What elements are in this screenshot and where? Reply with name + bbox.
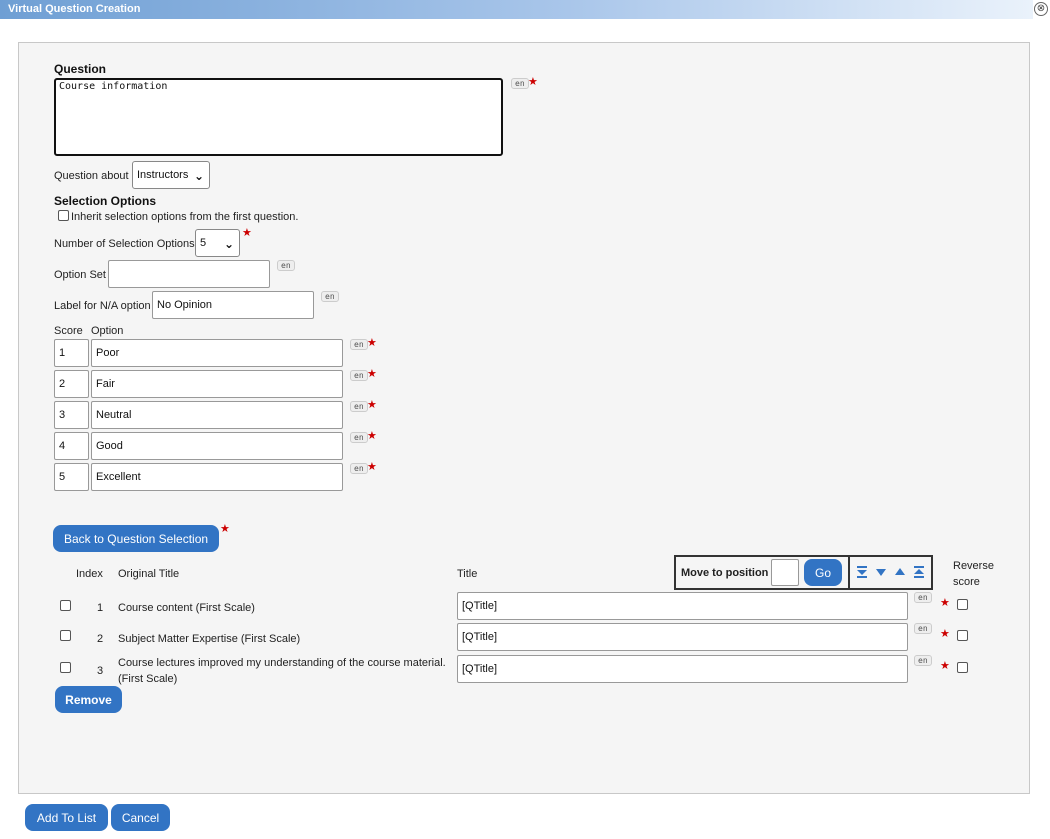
move-down-icon[interactable] bbox=[875, 566, 887, 578]
score-input[interactable] bbox=[54, 463, 89, 491]
question-heading: Question bbox=[54, 62, 107, 76]
required-star-icon: ★ bbox=[367, 399, 377, 411]
chevron-down-icon: ⌄ bbox=[193, 169, 204, 183]
row-title-input[interactable] bbox=[457, 592, 908, 620]
row-select-checkbox[interactable] bbox=[60, 600, 71, 611]
title-header: Title bbox=[457, 568, 478, 580]
move-up-icon[interactable] bbox=[894, 566, 906, 578]
question-lang-tag[interactable]: en bbox=[511, 78, 529, 89]
required-star-icon: ★ bbox=[367, 368, 377, 380]
form-panel: Question Course information en ★ Questio… bbox=[18, 42, 1030, 794]
question-textarea[interactable]: Course information bbox=[54, 78, 503, 156]
inherit-label: Inherit selection options from the first… bbox=[71, 211, 299, 223]
score-input[interactable] bbox=[54, 339, 89, 367]
move-to-top-icon[interactable] bbox=[913, 566, 925, 578]
num-options-label: Number of Selection Options bbox=[54, 238, 195, 250]
window-title: Virtual Question Creation bbox=[8, 3, 141, 15]
row-lang-tag[interactable]: en bbox=[914, 623, 932, 634]
row-select-checkbox[interactable] bbox=[60, 630, 71, 641]
cancel-button[interactable]: Cancel bbox=[111, 804, 170, 831]
option-set-label: Option Set bbox=[54, 269, 106, 281]
question-about-select[interactable]: Instructors ⌄ bbox=[132, 161, 210, 189]
option-input[interactable] bbox=[91, 339, 343, 367]
move-to-position-box: Move to position Go bbox=[674, 555, 933, 590]
option-set-input[interactable] bbox=[108, 260, 270, 288]
move-position-input[interactable] bbox=[771, 559, 799, 586]
required-star-icon: ★ bbox=[367, 430, 377, 442]
required-star-icon: ★ bbox=[940, 628, 950, 640]
option-lang-tag[interactable]: en bbox=[350, 432, 368, 443]
required-star-icon: ★ bbox=[367, 461, 377, 473]
go-button[interactable]: Go bbox=[804, 559, 842, 586]
move-to-bottom-icon[interactable] bbox=[856, 566, 868, 578]
option-lang-tag[interactable]: en bbox=[350, 401, 368, 412]
row-original-title-line2: (First Scale) bbox=[118, 673, 178, 685]
required-star-icon: ★ bbox=[528, 76, 538, 88]
reverse-score-header-line2: score bbox=[953, 576, 980, 588]
option-lang-tag[interactable]: en bbox=[350, 370, 368, 381]
row-original-title: Course lectures improved my understandin… bbox=[118, 657, 446, 669]
reverse-score-checkbox[interactable] bbox=[957, 662, 968, 673]
row-title-input[interactable] bbox=[457, 623, 908, 651]
inherit-checkbox[interactable] bbox=[58, 210, 69, 221]
reverse-score-checkbox[interactable] bbox=[957, 630, 968, 641]
option-input[interactable] bbox=[91, 370, 343, 398]
option-set-lang-tag[interactable]: en bbox=[277, 260, 295, 271]
question-about-label: Question about bbox=[54, 170, 129, 182]
question-about-value: Instructors bbox=[137, 169, 189, 181]
row-index: 3 bbox=[97, 665, 104, 677]
chevron-down-icon: ⌄ bbox=[223, 237, 234, 251]
remove-button[interactable]: Remove bbox=[55, 686, 122, 713]
score-input[interactable] bbox=[54, 432, 89, 460]
option-input[interactable] bbox=[91, 463, 343, 491]
num-options-value: 5 bbox=[200, 237, 207, 249]
original-title-header: Original Title bbox=[118, 568, 180, 580]
required-star-icon: ★ bbox=[242, 227, 252, 239]
required-star-icon: ★ bbox=[940, 597, 950, 609]
row-original-title: Subject Matter Expertise (First Scale) bbox=[118, 633, 301, 645]
row-lang-tag[interactable]: en bbox=[914, 655, 932, 666]
move-box-divider bbox=[848, 557, 850, 588]
required-star-icon: ★ bbox=[367, 337, 377, 349]
na-option-lang-tag[interactable]: en bbox=[321, 291, 339, 302]
option-input[interactable] bbox=[91, 401, 343, 429]
score-input[interactable] bbox=[54, 370, 89, 398]
close-icon[interactable]: ⊗ bbox=[1034, 2, 1048, 16]
row-select-checkbox[interactable] bbox=[60, 662, 71, 673]
reverse-score-header-line1: Reverse bbox=[953, 560, 994, 572]
required-star-icon: ★ bbox=[220, 523, 230, 535]
back-to-question-selection-button[interactable]: Back to Question Selection bbox=[53, 525, 219, 552]
add-to-list-button[interactable]: Add To List bbox=[25, 804, 108, 831]
index-header: Index bbox=[76, 568, 103, 580]
option-header: Option bbox=[91, 325, 124, 337]
row-index: 2 bbox=[97, 633, 104, 645]
row-original-title: Course content (First Scale) bbox=[118, 602, 255, 614]
num-options-select[interactable]: 5 ⌄ bbox=[195, 229, 240, 257]
row-lang-tag[interactable]: en bbox=[914, 592, 932, 603]
row-title-input[interactable] bbox=[457, 655, 908, 683]
option-input[interactable] bbox=[91, 432, 343, 460]
move-to-position-label: Move to position bbox=[681, 567, 769, 579]
required-star-icon: ★ bbox=[940, 660, 950, 672]
score-header: Score bbox=[54, 325, 83, 337]
option-lang-tag[interactable]: en bbox=[350, 339, 368, 350]
score-input[interactable] bbox=[54, 401, 89, 429]
window-titlebar: Virtual Question Creation bbox=[0, 0, 1033, 19]
row-index: 1 bbox=[97, 602, 104, 614]
na-option-input[interactable] bbox=[152, 291, 314, 319]
na-label: Label for N/A option bbox=[54, 300, 151, 312]
option-lang-tag[interactable]: en bbox=[350, 463, 368, 474]
selection-options-heading: Selection Options bbox=[54, 194, 157, 208]
reverse-score-checkbox[interactable] bbox=[957, 599, 968, 610]
